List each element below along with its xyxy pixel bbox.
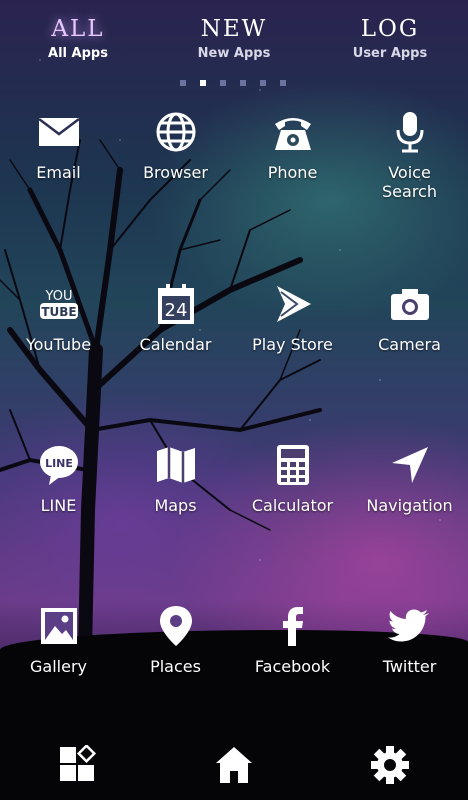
envelope-icon xyxy=(37,118,80,146)
app-calculator[interactable]: Calculator xyxy=(234,443,351,515)
page-dot xyxy=(220,80,226,86)
app-label: LINE xyxy=(40,496,77,515)
tab-log[interactable]: LOG User Apps xyxy=(312,12,468,74)
calendar-icon: 24 xyxy=(157,284,194,324)
globe-icon xyxy=(156,112,195,152)
tab-new-title: NEW xyxy=(200,16,268,42)
app-label: Twitter xyxy=(382,657,437,676)
camera-icon xyxy=(390,289,429,320)
app-voice-search[interactable]: Voice Search xyxy=(351,110,468,201)
app-label: Calculator xyxy=(251,496,334,515)
tab-new[interactable]: NEW New Apps xyxy=(156,12,312,74)
app-label: Gallery xyxy=(30,657,87,676)
app-phone[interactable]: Phone xyxy=(234,110,351,182)
app-label: Calendar xyxy=(139,335,212,354)
map-pin-icon xyxy=(159,606,192,646)
settings-gear-icon xyxy=(371,746,409,784)
page-dot xyxy=(240,80,246,86)
app-camera[interactable]: Camera xyxy=(351,282,468,354)
app-places[interactable]: Places xyxy=(117,604,234,676)
svg-text:YOU: YOU xyxy=(44,289,72,304)
microphone-icon xyxy=(396,112,423,153)
tab-log-title: LOG xyxy=(360,16,420,42)
page-dot xyxy=(260,80,266,86)
app-play-store[interactable]: Play Store xyxy=(234,282,351,354)
app-label: Browser xyxy=(143,163,208,182)
app-navigation[interactable]: Navigation xyxy=(351,443,468,515)
play-store-icon xyxy=(276,286,311,322)
app-facebook[interactable]: Facebook xyxy=(234,604,351,676)
map-icon xyxy=(156,447,195,483)
tab-log-subtitle: User Apps xyxy=(352,46,428,61)
page-dot-active xyxy=(200,80,206,86)
tab-all-title: ALL xyxy=(51,16,105,42)
app-label: Play Store xyxy=(252,335,333,354)
page-dot xyxy=(180,80,186,86)
settings-button[interactable] xyxy=(360,735,420,795)
bottom-dock xyxy=(0,735,468,795)
tab-new-subtitle: New Apps xyxy=(197,46,271,61)
app-label: Places xyxy=(150,657,201,676)
facebook-icon xyxy=(282,607,303,646)
picture-icon xyxy=(40,608,77,644)
app-maps[interactable]: Maps xyxy=(117,443,234,515)
svg-text:LINE: LINE xyxy=(45,457,73,470)
svg-text:24: 24 xyxy=(164,300,187,321)
app-twitter[interactable]: Twitter xyxy=(351,604,468,676)
app-label: Voice Search xyxy=(382,163,437,201)
svg-text:TUBE: TUBE xyxy=(41,305,76,319)
twitter-bird-icon xyxy=(387,609,429,642)
app-label: Maps xyxy=(154,496,197,515)
category-tabs: ALL All Apps NEW New Apps LOG User Apps xyxy=(0,12,468,74)
tab-all-subtitle: All Apps xyxy=(48,46,108,61)
page-indicator xyxy=(180,80,286,86)
youtube-icon: YOU TUBE xyxy=(39,289,78,319)
app-label: Email xyxy=(36,163,81,182)
telephone-icon xyxy=(274,118,311,150)
home-icon xyxy=(216,747,252,783)
app-gallery[interactable]: Gallery xyxy=(0,604,117,676)
tree-silhouette xyxy=(0,139,322,650)
line-icon: LINE xyxy=(39,446,78,485)
app-youtube[interactable]: YOU TUBE YouTube xyxy=(0,282,117,354)
page-dot xyxy=(280,80,286,86)
app-label: Navigation xyxy=(366,496,453,515)
app-line[interactable]: LINE LINE xyxy=(0,443,117,515)
app-calendar[interactable]: 24 Calendar xyxy=(117,282,234,354)
app-label: Camera xyxy=(378,335,441,354)
apps-grid-icon xyxy=(60,745,97,781)
app-label: Phone xyxy=(267,163,318,182)
home-button[interactable] xyxy=(204,735,264,795)
app-browser[interactable]: Browser xyxy=(117,110,234,182)
app-label: Facebook xyxy=(254,657,331,676)
app-label: YouTube xyxy=(25,335,92,354)
app-drawer-button[interactable] xyxy=(48,735,108,795)
app-email[interactable]: Email xyxy=(0,110,117,182)
navigation-arrow-icon xyxy=(391,447,428,483)
calculator-icon xyxy=(276,445,309,485)
tab-all[interactable]: ALL All Apps xyxy=(0,12,156,74)
